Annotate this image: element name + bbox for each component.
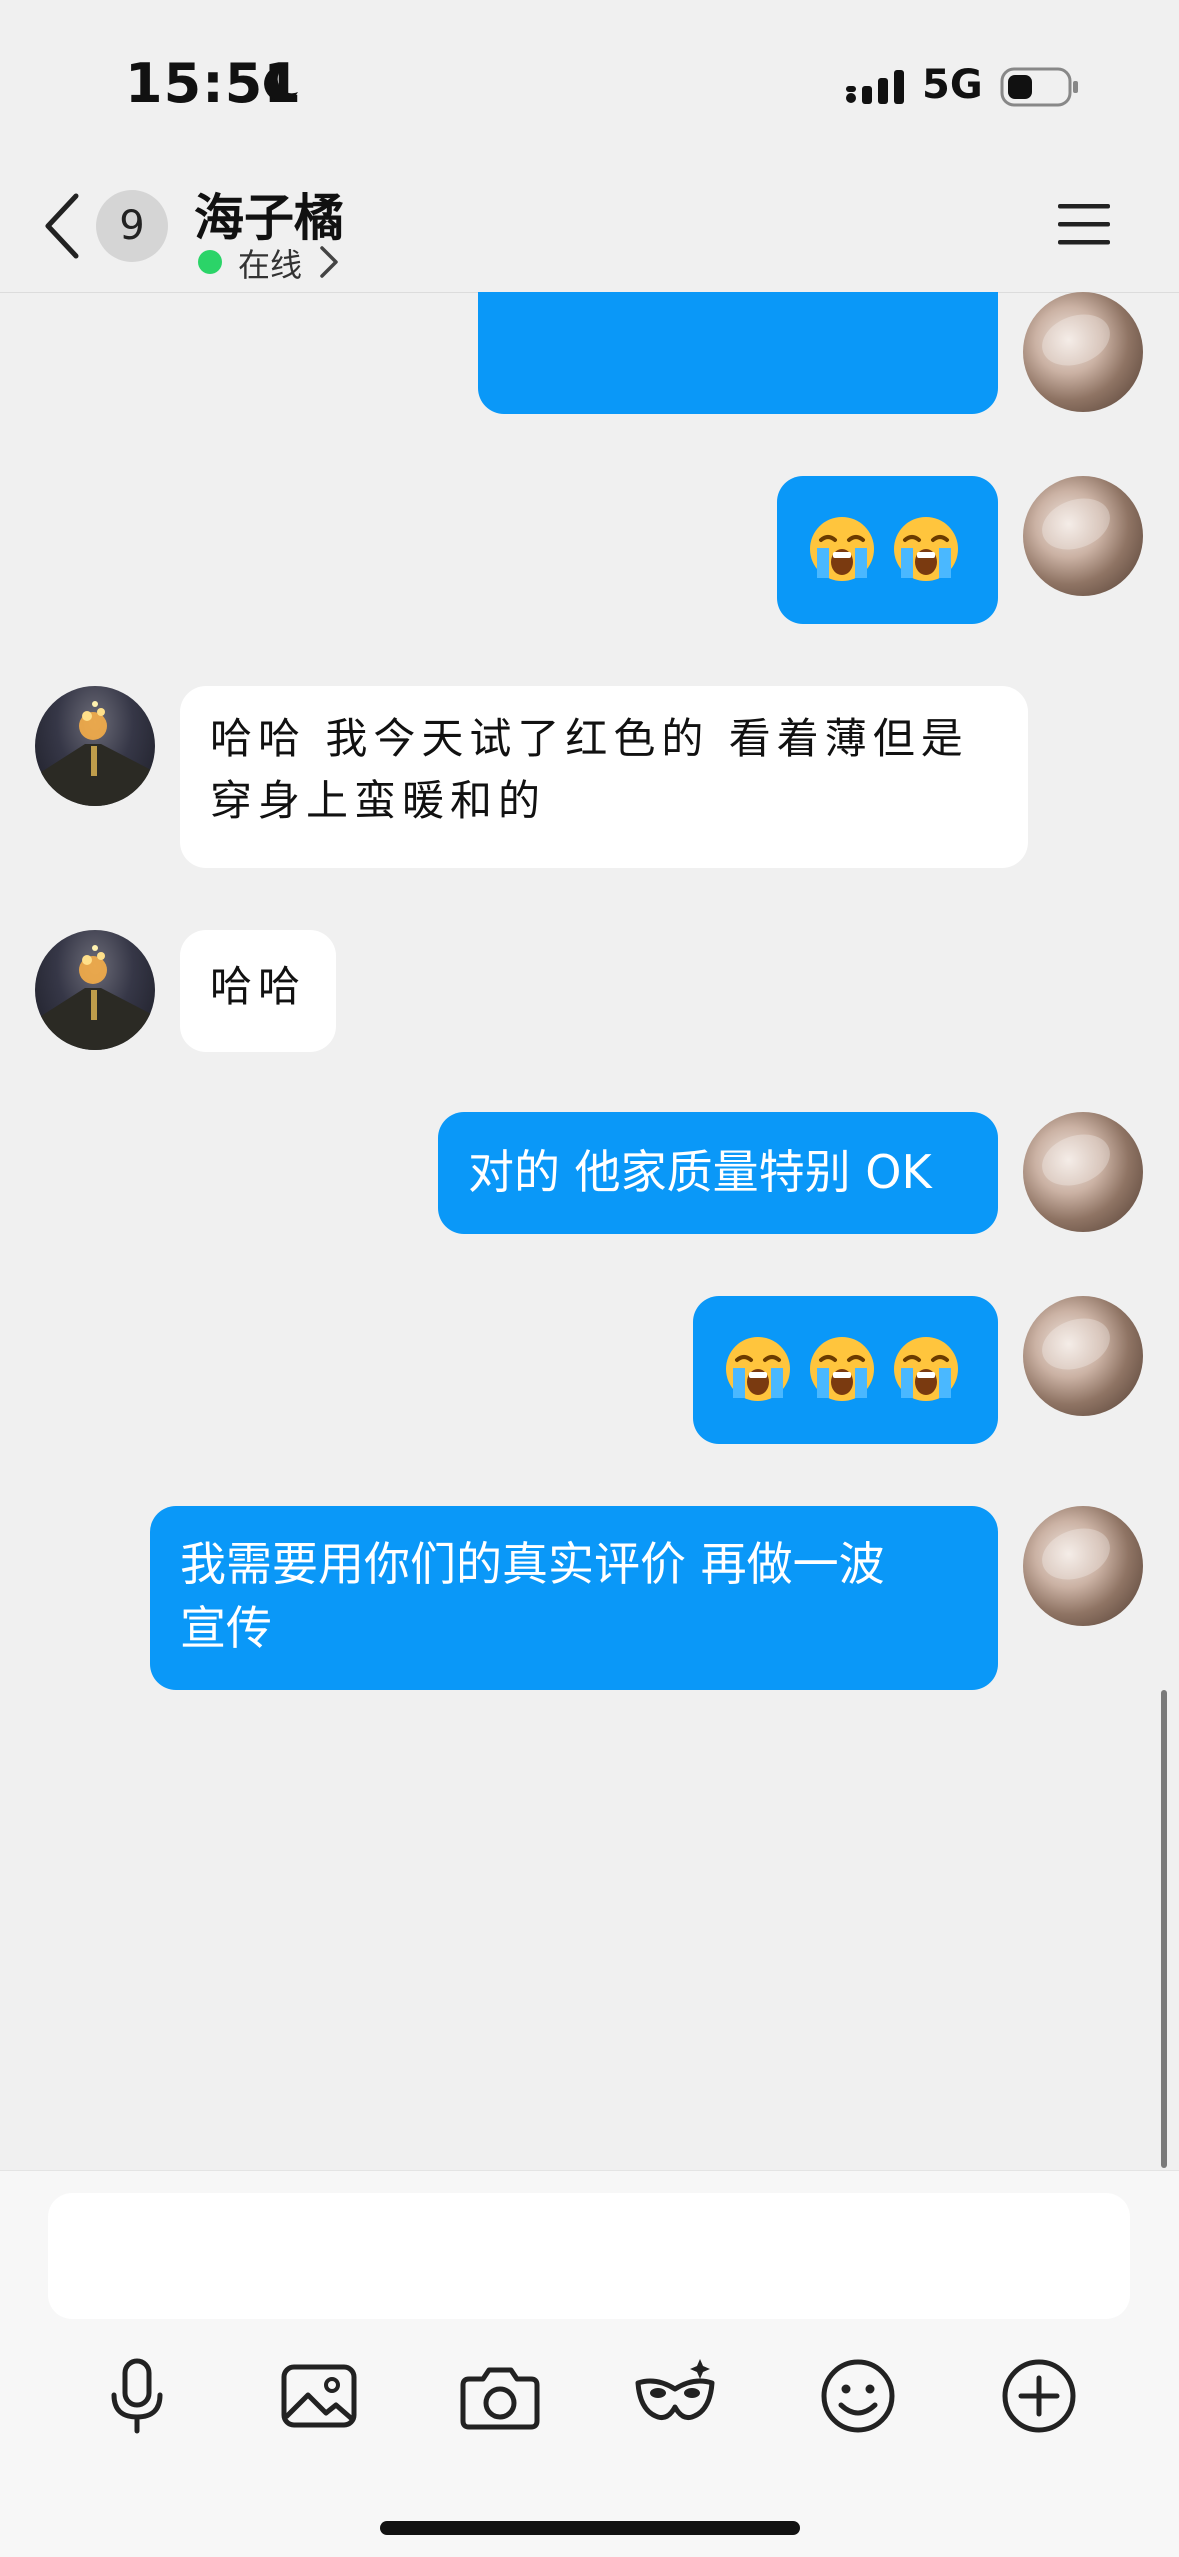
emoji-row — [723, 1334, 998, 1404]
online-status-label[interactable]: 在线 — [238, 240, 302, 286]
volcano-icon — [35, 701, 155, 806]
message-text-line: 穿身上蛮暖和的 — [210, 776, 547, 825]
message-bubble-incoming[interactable]: 哈哈 — [180, 930, 336, 1052]
image-icon[interactable] — [274, 2351, 364, 2441]
contact-avatar[interactable] — [35, 686, 155, 806]
volcano-icon — [35, 945, 155, 1050]
chevron-right-icon[interactable] — [318, 244, 340, 280]
message-text-line: 我需要用你们的真实评价 再做一波 — [180, 1537, 885, 1591]
camera-icon[interactable] — [455, 2351, 545, 2441]
status-bar: 15:51 5G — [0, 0, 1179, 160]
my-avatar[interactable] — [1023, 292, 1143, 412]
message-bubble-incoming[interactable]: 哈哈 我今天试了红色的 看着薄但是 穿身上蛮暖和的 — [180, 686, 1028, 868]
my-avatar[interactable] — [1023, 1506, 1143, 1626]
loudly-crying-face-icon — [894, 1337, 958, 1401]
home-indicator[interactable] — [380, 2521, 800, 2535]
contact-avatar[interactable] — [35, 930, 155, 1050]
message-bubble-outgoing[interactable]: 我需要用你们的真实评价 再做一波 宣传 — [150, 1506, 998, 1690]
loudly-crying-face-icon — [894, 517, 958, 581]
microphone-icon[interactable] — [92, 2351, 182, 2441]
network-type: 5G — [922, 62, 983, 108]
smiley-icon[interactable] — [813, 2351, 903, 2441]
message-text-line: 哈哈 我今天试了红色的 看着薄但是 — [210, 714, 969, 763]
signal-icon — [846, 70, 904, 104]
my-avatar[interactable] — [1023, 1296, 1143, 1416]
loudly-crying-face-icon — [726, 1337, 790, 1401]
composer — [0, 2170, 1179, 2557]
back-chevron-icon[interactable] — [38, 190, 88, 262]
message-text-line: 宣传 — [180, 1601, 272, 1655]
message-bubble-outgoing[interactable] — [777, 476, 998, 624]
plus-icon[interactable] — [994, 2351, 1084, 2441]
my-avatar[interactable] — [1023, 1112, 1143, 1232]
moon-icon — [264, 65, 298, 102]
chat-header: 9 海子橘 在线 — [0, 160, 1179, 293]
message-text: 哈哈 — [210, 962, 307, 1011]
message-bubble-outgoing[interactable] — [693, 1296, 998, 1444]
message-text: 对的 他家质量特别 OK — [468, 1145, 932, 1199]
loudly-crying-face-icon — [810, 1337, 874, 1401]
my-avatar[interactable] — [1023, 476, 1143, 596]
unread-count-badge[interactable]: 9 — [96, 190, 168, 262]
menu-icon[interactable] — [1056, 200, 1112, 250]
emoji-row — [807, 514, 998, 584]
battery-icon — [1000, 67, 1078, 107]
message-input[interactable] — [48, 2193, 1130, 2319]
loudly-crying-face-icon — [810, 517, 874, 581]
message-bubble-outgoing[interactable]: 对的 他家质量特别 OK — [438, 1112, 998, 1234]
mask-icon[interactable] — [630, 2351, 720, 2441]
online-status-dot — [198, 250, 222, 274]
message-list[interactable]: 哈哈 我今天试了红色的 看着薄但是 穿身上蛮暖和的 哈哈 对的 他家质量特别 O… — [0, 292, 1179, 2170]
message-bubble-outgoing[interactable] — [478, 292, 998, 414]
scrollbar[interactable] — [1161, 1690, 1167, 2168]
